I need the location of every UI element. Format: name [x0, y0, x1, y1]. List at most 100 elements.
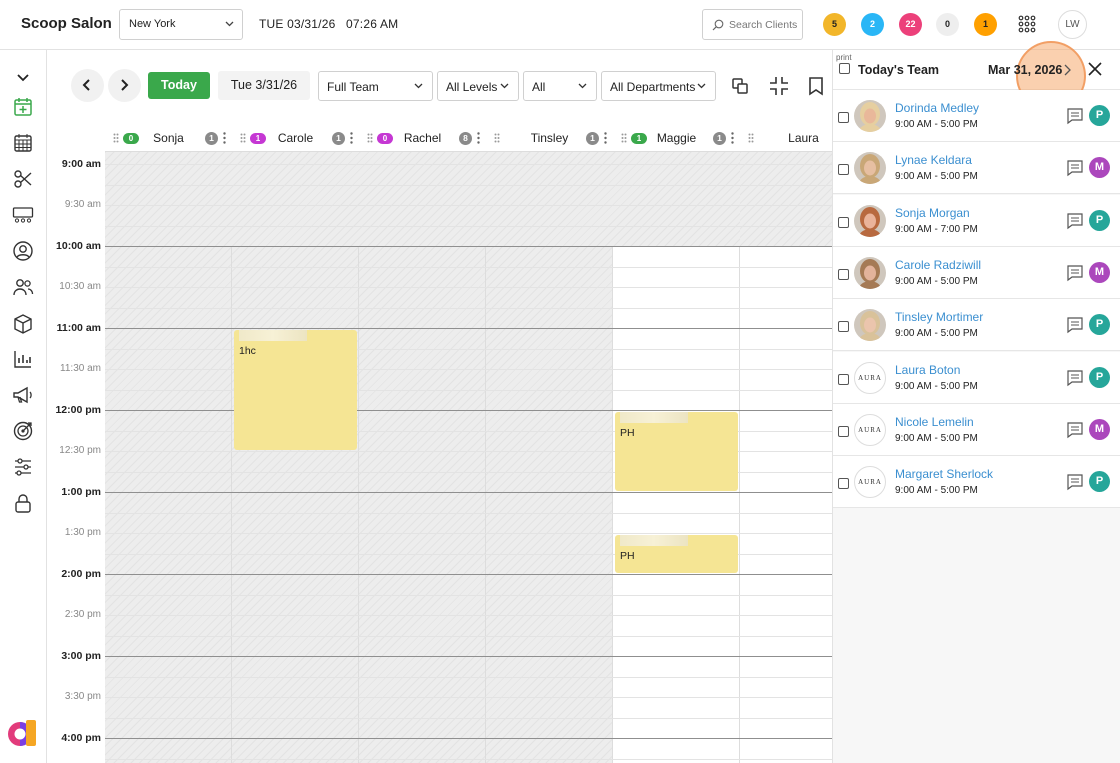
staff-avatar-logo: AURA — [854, 466, 886, 499]
appointment-block[interactable]: 1hc — [234, 330, 357, 450]
next-day-button[interactable] — [108, 69, 141, 102]
staff-checkbox[interactable] — [838, 321, 849, 333]
more-options-icon[interactable] — [223, 132, 226, 144]
staff-checkbox[interactable] — [838, 268, 849, 280]
message-icon[interactable] — [1066, 212, 1084, 230]
users-icon[interactable] — [12, 276, 34, 298]
more-options-icon[interactable] — [477, 132, 480, 144]
staff-column-header[interactable]: Laura — [740, 124, 832, 152]
staff-column-header[interactable]: 0 Rachel 8 — [359, 124, 486, 152]
megaphone-icon[interactable] — [12, 384, 34, 406]
notification-badge-pink[interactable]: 22 — [899, 13, 922, 36]
staff-name-link[interactable]: Tinsley Mortimer — [895, 310, 983, 324]
apps-grid-icon[interactable] — [1016, 13, 1038, 35]
notification-badge-yellow[interactable]: 5 — [823, 13, 846, 36]
reports-chart-icon[interactable] — [12, 348, 34, 370]
staff-name-link[interactable]: Carole Radziwill — [895, 258, 981, 272]
brand-logo-icon — [8, 720, 36, 746]
staff-hours: 9:00 AM - 5:00 PM — [895, 328, 978, 340]
staff-column-header[interactable]: 0 Sonja 1 — [105, 124, 232, 152]
staff-column-header[interactable]: 1 Carole 1 — [232, 124, 359, 152]
staff-checkbox[interactable] — [838, 425, 849, 437]
time-column: 9:00 am 9:30 am 10:00 am 10:30 am 11:00 am 11… — [47, 124, 105, 763]
date-picker-button[interactable]: Tue 3/31/26 — [218, 71, 310, 100]
levels-filter-select[interactable]: All Levels — [437, 71, 519, 101]
staff-row[interactable]: Carole Radziwill 9:00 AM - 5:00 PM M — [833, 246, 1120, 299]
notification-badge-orange[interactable]: 1 — [974, 13, 997, 36]
previous-day-button[interactable] — [71, 69, 104, 102]
staff-checkbox[interactable] — [838, 216, 849, 228]
select-all-checkbox[interactable] — [839, 63, 850, 74]
lock-icon[interactable] — [12, 492, 34, 514]
app-title: Scoop Salon — [21, 15, 112, 32]
message-icon[interactable] — [1066, 369, 1084, 387]
calendar-icon[interactable] — [12, 132, 34, 154]
staff-name-link[interactable]: Nicole Lemelin — [895, 415, 974, 429]
appointment-block[interactable]: PH — [615, 535, 738, 573]
grid-line — [105, 533, 832, 534]
more-options-icon[interactable] — [604, 132, 607, 144]
collapse-icon[interactable] — [769, 76, 789, 96]
staff-row[interactable]: AURA Margaret Sherlock 9:00 AM - 5:00 PM P — [833, 456, 1120, 509]
sliders-icon[interactable] — [12, 456, 34, 478]
staff-checkbox[interactable] — [838, 373, 849, 385]
staff-name-link[interactable]: Lynae Keldara — [895, 153, 972, 167]
message-icon[interactable] — [1066, 159, 1084, 177]
message-icon[interactable] — [1066, 264, 1084, 282]
time-label: 4:00 pm — [61, 732, 101, 744]
notification-badge-blue[interactable]: 2 — [861, 13, 884, 36]
staff-checkbox[interactable] — [838, 112, 849, 123]
target-icon[interactable] — [12, 420, 34, 442]
staff-hours: 9:00 AM - 5:00 PM — [895, 432, 978, 444]
staff-checkbox[interactable] — [838, 478, 849, 490]
chevron-down-icon[interactable] — [12, 66, 34, 88]
today-button[interactable]: Today — [148, 72, 210, 99]
user-avatar[interactable]: LW — [1058, 10, 1087, 39]
inventory-box-icon[interactable] — [12, 312, 34, 334]
staff-column-header[interactable]: Tinsley 1 — [486, 124, 613, 152]
team-filter-select[interactable]: Full Team — [318, 71, 433, 101]
message-icon[interactable] — [1066, 316, 1084, 334]
all-filter-select[interactable]: All — [523, 71, 597, 101]
message-icon[interactable] — [1066, 473, 1084, 491]
closed-hours-block — [105, 152, 740, 246]
staff-checkbox[interactable] — [838, 164, 849, 176]
chevron-right-icon[interactable] — [1063, 64, 1071, 76]
grid-line — [105, 738, 832, 739]
waiting-room-icon[interactable] — [12, 204, 34, 226]
staff-row[interactable]: Dorinda Medley 9:00 AM - 5:00 PM P — [833, 90, 1120, 142]
staff-row[interactable]: AURA Laura Boton 9:00 AM - 5:00 PM P — [833, 351, 1120, 404]
staff-row[interactable]: Tinsley Mortimer 9:00 AM - 5:00 PM P — [833, 299, 1120, 352]
close-icon[interactable] — [1087, 61, 1103, 77]
staff-name-link[interactable]: Margaret Sherlock — [895, 467, 993, 481]
staff-row[interactable]: Sonja Morgan 9:00 AM - 7:00 PM P — [833, 194, 1120, 247]
scissors-icon[interactable] — [12, 168, 34, 190]
staff-row[interactable]: Lynae Keldara 9:00 AM - 5:00 PM M — [833, 142, 1120, 195]
staff-name-link[interactable]: Laura Boton — [895, 363, 960, 377]
staff-level-badge: P — [1089, 105, 1110, 126]
calendar-grid: 9:00 am 9:30 am 10:00 am 10:30 am 11:00 am 11… — [47, 124, 832, 763]
grid-line — [105, 758, 832, 760]
chevron-down-icon — [500, 83, 509, 89]
more-options-icon[interactable] — [350, 132, 353, 144]
staff-level-badge: P — [1089, 471, 1110, 493]
grid-line — [105, 697, 832, 698]
grid-line — [105, 328, 832, 329]
location-select[interactable]: New York — [119, 9, 243, 40]
message-icon[interactable] — [1066, 421, 1084, 439]
departments-filter-select[interactable]: All Departments — [601, 71, 716, 101]
calendar-add-icon[interactable] — [12, 96, 34, 118]
staff-name-link[interactable]: Sonja Morgan — [895, 206, 970, 220]
bookmark-icon[interactable] — [806, 76, 826, 96]
copy-icon[interactable] — [730, 76, 750, 96]
staff-name-link[interactable]: Dorinda Medley — [895, 101, 979, 115]
search-clients-input[interactable]: Search Clients — [702, 9, 803, 40]
appointment-block[interactable]: PH — [615, 412, 738, 491]
staff-row[interactable]: AURA Nicole Lemelin 9:00 AM - 5:00 PM M — [833, 403, 1120, 456]
message-icon[interactable] — [1066, 107, 1084, 125]
user-circle-icon[interactable] — [12, 240, 34, 262]
staff-column-header[interactable]: 1 Maggie 1 — [613, 124, 740, 152]
notification-badge-gray[interactable]: 0 — [936, 13, 959, 36]
schedule-area[interactable]: 1hc PH PH — [105, 152, 832, 763]
more-options-icon[interactable] — [731, 132, 734, 144]
